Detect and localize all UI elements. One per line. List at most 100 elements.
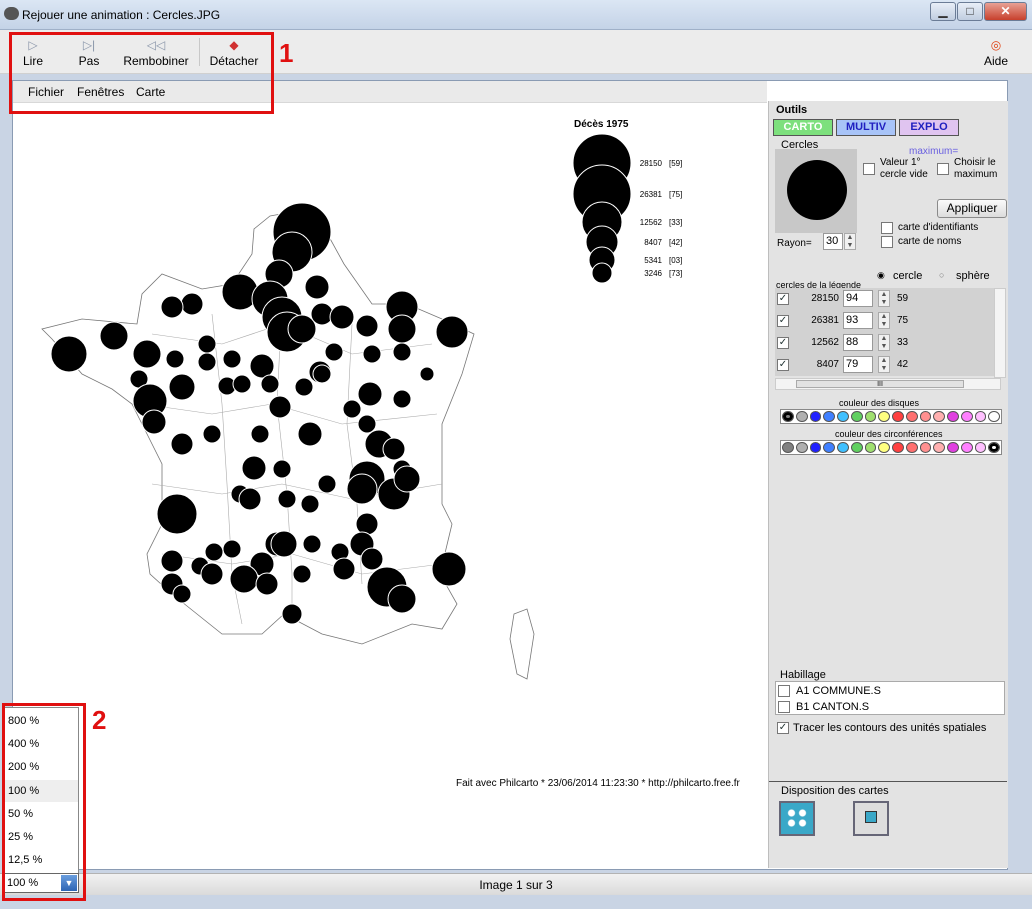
tab-multiv[interactable]: MULTIV [836, 119, 896, 136]
color-swatch[interactable] [947, 442, 959, 453]
layout-four-maps-icon[interactable] [779, 801, 815, 836]
names-map-checkbox[interactable] [881, 236, 893, 248]
department-circle [229, 564, 259, 594]
department-circle [260, 374, 280, 394]
radius-input[interactable]: 30 [823, 233, 843, 250]
minimize-button[interactable]: ▁ [930, 2, 956, 21]
legend-row-stepper[interactable]: ▲ ▼ [878, 290, 890, 307]
legend-value: 8407 [644, 238, 662, 247]
color-swatch[interactable] [795, 411, 808, 422]
color-swatch[interactable] [823, 411, 835, 422]
color-swatch[interactable] [864, 411, 877, 422]
color-swatch[interactable] [782, 442, 794, 453]
color-swatch[interactable] [809, 442, 822, 453]
first-value-empty-checkbox[interactable] [863, 163, 875, 175]
color-swatch[interactable] [782, 411, 794, 422]
color-swatch[interactable] [850, 411, 863, 422]
department-circle [362, 344, 382, 364]
legend-row: 8407 79 ▲▼ 42 [775, 354, 999, 376]
department-circle [255, 572, 279, 596]
legend-value: 12562 [640, 218, 663, 227]
color-swatch[interactable] [960, 442, 973, 453]
color-swatch[interactable] [878, 411, 890, 422]
color-swatch[interactable] [974, 411, 987, 422]
color-swatch[interactable] [892, 411, 904, 422]
radio-sphere-icon[interactable]: ○ [939, 270, 944, 280]
legend-row-code: 42 [897, 359, 909, 370]
legend-row-size-input[interactable]: 79 [843, 356, 873, 373]
circumference-color-palette[interactable] [780, 440, 1002, 455]
id-map-label: carte d'identifiants [898, 222, 979, 233]
help-button[interactable]: ◎ Aide [982, 38, 1010, 68]
color-swatch[interactable] [892, 442, 904, 453]
department-circle [357, 414, 377, 434]
layout-single-map-icon[interactable] [853, 801, 889, 836]
color-swatch[interactable] [919, 442, 932, 453]
legend-hscrollbar[interactable]: III [775, 378, 1001, 390]
maximize-button[interactable]: □ [957, 2, 983, 21]
legend-row-size-input[interactable]: 93 [843, 312, 873, 329]
color-swatch[interactable] [809, 411, 822, 422]
shape-sphere-label: sphère [956, 270, 990, 282]
legend-row-size-input[interactable]: 94 [843, 290, 873, 307]
legend-vscrollbar[interactable] [994, 288, 1006, 378]
hscroll-thumb[interactable]: III [796, 380, 964, 388]
color-swatch[interactable] [933, 442, 945, 453]
legend-row-stepper[interactable]: ▲ ▼ [878, 312, 890, 329]
layer-item[interactable]: A1 COMMUNE.S [796, 685, 881, 697]
color-swatch[interactable] [823, 442, 835, 453]
color-swatch[interactable] [919, 411, 932, 422]
legend-row-checkbox[interactable] [777, 293, 789, 305]
color-swatch[interactable] [837, 442, 849, 453]
apply-button[interactable]: Appliquer [937, 199, 1007, 218]
color-swatch[interactable] [878, 442, 890, 453]
radius-stepper[interactable]: ▲ ▼ [844, 233, 856, 250]
color-swatch[interactable] [988, 442, 1000, 453]
legend-row-stepper[interactable]: ▲ ▼ [878, 334, 890, 351]
layer-item[interactable]: B1 CANTON.S [796, 701, 869, 713]
color-swatch[interactable] [905, 442, 918, 453]
color-swatch[interactable] [988, 411, 1000, 422]
legend-row: 28150 94 ▲▼ 59 [775, 288, 999, 310]
color-swatch[interactable] [974, 442, 987, 453]
tab-carto[interactable]: CARTO [773, 119, 833, 136]
department-circle [232, 374, 252, 394]
color-swatch[interactable] [905, 411, 918, 422]
layers-list: A1 COMMUNE.S B1 CANTON.S [775, 681, 1005, 715]
color-swatch[interactable] [864, 442, 877, 453]
close-button[interactable]: ✕ [984, 2, 1027, 21]
layer-checkbox[interactable] [778, 685, 790, 697]
choose-max-checkbox[interactable] [937, 163, 949, 175]
circ-color-label: couleur des circonférences [835, 429, 943, 439]
department-circle [50, 335, 88, 373]
color-swatch[interactable] [850, 442, 863, 453]
legend-value: 26381 [640, 190, 663, 199]
department-circle [435, 315, 469, 349]
color-swatch[interactable] [837, 411, 849, 422]
department-circle [310, 302, 334, 326]
id-map-checkbox[interactable] [881, 222, 893, 234]
department-circle [277, 489, 297, 509]
legend-row-checkbox[interactable] [777, 315, 789, 327]
color-swatch[interactable] [933, 411, 945, 422]
department-circle [292, 564, 312, 584]
legend-row-checkbox[interactable] [777, 359, 789, 371]
department-circle [317, 474, 337, 494]
department-circle [324, 342, 344, 362]
disk-color-palette[interactable] [780, 409, 1002, 424]
color-swatch[interactable] [947, 411, 959, 422]
legend-row-size-input[interactable]: 88 [843, 334, 873, 351]
legend-code: [59] [669, 159, 682, 168]
layer-checkbox[interactable] [778, 701, 790, 713]
legend-circle [591, 262, 613, 284]
annotation-box-2 [2, 703, 86, 901]
radio-circle-icon[interactable]: ◉ [877, 270, 885, 281]
color-swatch[interactable] [795, 442, 808, 453]
tab-explo[interactable]: EXPLO [899, 119, 959, 136]
annotation-number-2: 2 [92, 705, 107, 735]
draw-outlines-checkbox[interactable] [777, 722, 789, 734]
legend-row-stepper[interactable]: ▲ ▼ [878, 356, 890, 373]
legend-row-checkbox[interactable] [777, 337, 789, 349]
department-circle [382, 437, 406, 461]
color-swatch[interactable] [960, 411, 973, 422]
